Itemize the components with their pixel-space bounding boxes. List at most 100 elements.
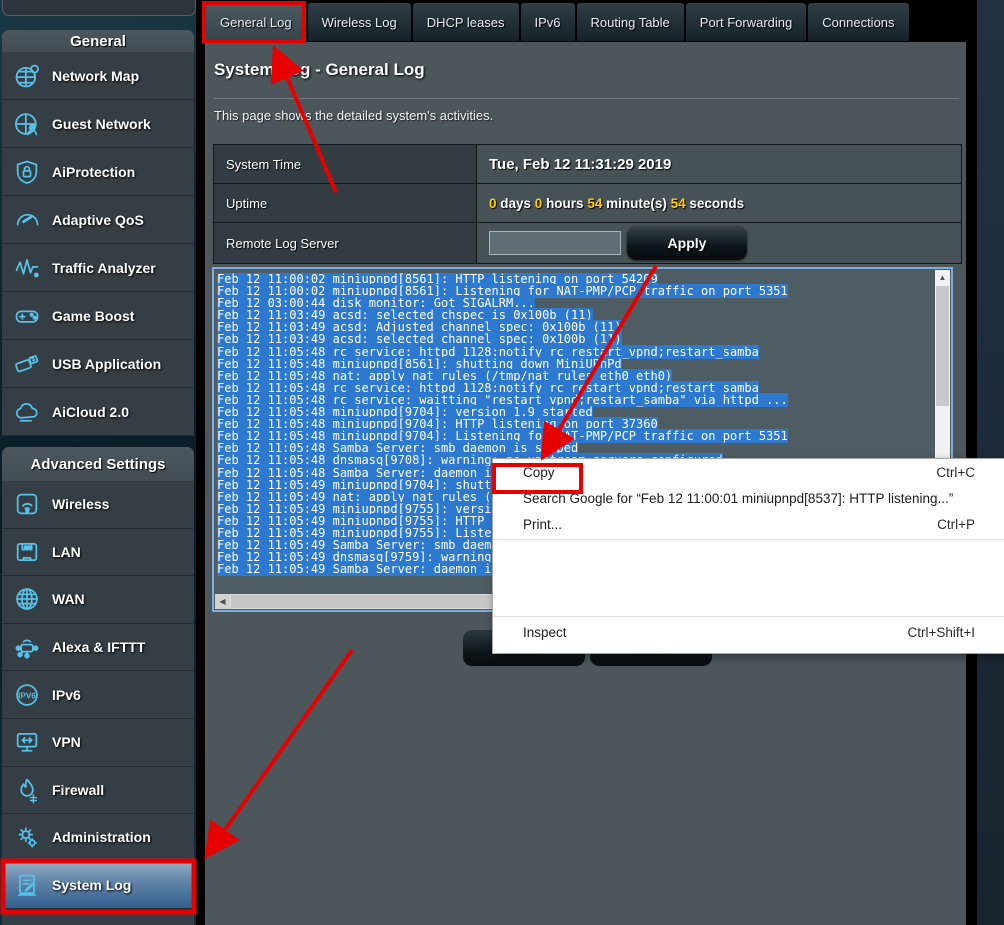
sidebar-top-partial-item [2,0,196,16]
pulse-icon [13,254,41,282]
sidebar-item-label: Administration [52,829,151,845]
vertical-scroll-thumb[interactable] [936,286,949,406]
log-tab-bar: General LogWireless LogDHCP leasesIPv6Ro… [206,3,909,41]
table-row-remote-log-server: Remote Log Server Apply [214,223,961,263]
table-row-uptime: Uptime 0 days 0 hours 54 minute(s) 54 se… [214,184,961,223]
system-time-value: Tue, Feb 12 11:31:29 2019 [489,156,671,173]
sidebar-item-label: WAN [52,591,85,607]
sidebar-item-traffic-analyzer[interactable]: Traffic Analyzer [2,244,194,292]
browser-context-menu: Copy Ctrl+C Search Google for “Feb 12 11:0… [492,458,1004,654]
menu-separator [493,616,1004,617]
log-line: Feb 12 11:05:48 rc_service: httpd 1128:n… [217,346,931,358]
title-divider [214,98,959,99]
system-info-table: System Time Tue, Feb 12 11:31:29 2019 Up… [213,144,962,264]
tab-port-forwarding[interactable]: Port Forwarding [686,3,806,41]
sidebar-item-label: Wireless [52,496,109,512]
sidebar-item-label: Firewall [52,782,104,798]
sidebar-item-game-boost[interactable]: Game Boost [2,292,194,340]
sidebar-item-label: AiCloud 2.0 [52,404,129,420]
network-map-icon [13,62,41,90]
uptime-word: minute(s) [602,196,670,211]
sidebar-item-label: Network Map [52,68,139,84]
sidebar-section-items: Network Map Guest Network AiProtection Adap… [2,52,194,436]
log-line: Feb 12 11:03:49 acsd: selected channel s… [217,333,931,345]
log-line: Feb 12 11:05:48 miniupnpd[8561]: shuttin… [217,358,931,370]
sidebar-item-vpn[interactable]: VPN [2,719,194,767]
flame-icon [13,776,41,804]
speedometer-icon [13,206,41,234]
tab-general-log[interactable]: General Log [206,3,306,41]
uptime-word: days [497,196,535,211]
gamepad-icon [13,302,41,330]
sidebar-bottom-partial-item [2,911,194,925]
sidebar-item-label: System Log [52,877,131,893]
menu-item-copy[interactable]: Copy Ctrl+C [493,459,1004,485]
sidebar-section-header-advanced-settings: Advanced Settings [2,447,194,481]
menu-item-shortcut: Ctrl+Shift+I [907,625,993,640]
sidebar-item-system-log[interactable]: System Log [2,862,194,910]
menu-item-print[interactable]: Print... Ctrl+P [493,511,1004,537]
scroll-left-icon[interactable]: ◀ [215,594,230,609]
sidebar-item-label: Traffic Analyzer [52,260,156,276]
sidebar-section-items: Wireless LAN WAN Alexa & IFTTT IPV6 IPv6 VPN Fi… [2,481,194,909]
gear-icon [13,823,41,851]
sidebar-item-lan[interactable]: LAN [2,529,194,577]
sidebar-item-ipv6[interactable]: IPV6 IPv6 [2,671,194,719]
uptime-number: 54 [671,196,686,211]
tab-connections[interactable]: Connections [808,3,908,41]
sidebar-item-aiprotection[interactable]: AiProtection [2,148,194,196]
sidebar-item-guest-network[interactable]: Guest Network [2,100,194,148]
sidebar-item-label: USB Application [52,356,161,372]
menu-item-label: Inspect [523,625,887,640]
sidebar-item-adaptive-qos[interactable]: Adaptive QoS [2,196,194,244]
sidebar-item-wan[interactable]: WAN [2,576,194,624]
cloud-icon [13,398,41,426]
sidebar-item-alexa-ifttt[interactable]: Alexa & IFTTT [2,624,194,672]
apply-button[interactable]: Apply [627,226,747,260]
page-title: System Log - General Log [214,60,425,80]
menu-empty-space [493,542,1004,614]
log-document-icon [13,871,41,899]
ethernet-icon [13,538,41,566]
sidebar-item-label: Game Boost [52,308,134,324]
sidebar-item-label: AiProtection [52,164,135,180]
uptime-value: 0 days 0 hours 54 minute(s) 54 seconds [489,196,744,211]
sidebar-item-label: IPv6 [52,687,81,703]
sidebar-item-administration[interactable]: Administration [2,814,194,862]
usb-icon [13,350,41,378]
tab-ipv6[interactable]: IPv6 [521,3,575,41]
sidebar-item-wireless[interactable]: Wireless [2,481,194,529]
vpn-monitor-icon [13,728,41,756]
sidebar-item-label: LAN [52,544,81,560]
sidebar-section-header-general: General [2,30,194,52]
tab-wireless-log[interactable]: Wireless Log [308,3,411,41]
menu-item-label: Print... [523,517,917,532]
menu-item-label: Search Google for “Feb 12 11:00:01 miniu… [523,491,955,506]
menu-item-shortcut: Ctrl+P [937,517,993,532]
sidebar-item-network-map[interactable]: Network Map [2,52,194,100]
uptime-label: Uptime [214,184,477,222]
uptime-number: 54 [587,196,602,211]
table-row-system-time: System Time Tue, Feb 12 11:31:29 2019 [214,145,961,184]
svg-text:IPV6: IPV6 [18,691,36,700]
uptime-word: hours [542,196,587,211]
tab-dhcp-leases[interactable]: DHCP leases [413,3,519,41]
menu-item-shortcut: Ctrl+C [936,465,993,480]
page-description: This page shows the detailed system's ac… [214,108,493,123]
menu-item-inspect[interactable]: Inspect Ctrl+Shift+I [493,619,1004,645]
shield-lock-icon [13,158,41,186]
scroll-up-icon[interactable]: ▲ [935,270,950,285]
sidebar-item-usb-application[interactable]: USB Application [2,340,194,388]
sidebar-item-label: Alexa & IFTTT [52,639,145,655]
remote-log-server-input[interactable] [489,231,621,255]
uptime-word: seconds [686,196,745,211]
menu-item-search-google[interactable]: Search Google for “Feb 12 11:00:01 miniu… [493,485,1004,511]
menu-item-label: Copy [523,465,916,480]
wifi-icon [13,490,41,518]
sidebar-item-label: VPN [52,734,81,750]
globe-icon [13,585,41,613]
sidebar-item-aicloud-2-0[interactable]: AiCloud 2.0 [2,388,194,436]
tab-routing-table[interactable]: Routing Table [577,3,684,41]
sidebar-item-firewall[interactable]: Firewall [2,767,194,815]
remote-log-server-label: Remote Log Server [214,223,477,263]
